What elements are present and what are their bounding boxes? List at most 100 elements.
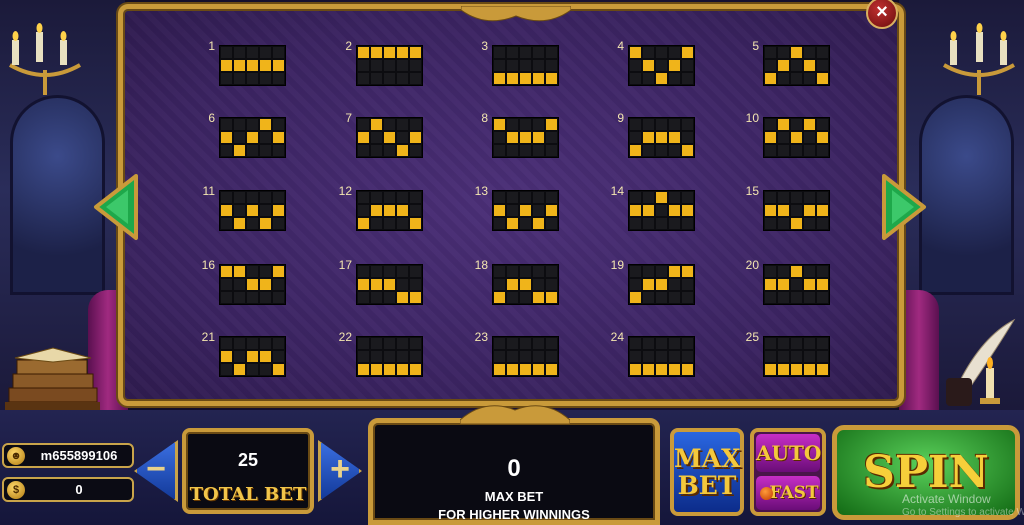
payline-cell xyxy=(791,145,802,156)
username-text: m655899106 xyxy=(40,448,118,463)
payline-cell-active xyxy=(778,279,789,290)
payline-cell-active xyxy=(817,279,828,290)
payline-cell-active xyxy=(260,119,271,130)
books-icon xyxy=(5,347,100,414)
payline-cell xyxy=(221,292,232,303)
payline-cell xyxy=(520,266,531,277)
payline-cell-active xyxy=(247,279,258,290)
payline-cell xyxy=(765,292,776,303)
payline-cell xyxy=(247,364,258,375)
payline-cell-active xyxy=(273,364,284,375)
payline-cell xyxy=(494,218,505,229)
payline-cell xyxy=(533,279,544,290)
payline-cell xyxy=(494,60,505,71)
payline-cell xyxy=(817,266,828,277)
payline-cell xyxy=(643,73,654,84)
payline-cell xyxy=(533,60,544,71)
payline-6: 6 xyxy=(193,111,313,171)
payline-cell xyxy=(804,145,815,156)
payline-cell xyxy=(410,205,421,216)
payline-cell xyxy=(630,351,641,362)
payline-cell-active xyxy=(791,132,802,143)
payline-cell xyxy=(234,205,245,216)
max-bet-button[interactable]: MAX BET xyxy=(670,428,744,516)
previous-page-arrow-icon[interactable] xyxy=(92,172,138,242)
payline-cell-active xyxy=(656,132,667,143)
payline-cell-active xyxy=(791,364,802,375)
payline-cell xyxy=(507,145,518,156)
payline-cell-active xyxy=(778,119,789,130)
payline-cell-active xyxy=(804,119,815,130)
payline-cell xyxy=(643,266,654,277)
payline-number: 19 xyxy=(610,258,624,272)
payline-cell-active xyxy=(520,364,531,375)
payline-number: 1 xyxy=(208,39,215,53)
payline-cell-active xyxy=(247,132,258,143)
payline-cell xyxy=(234,292,245,303)
payline-1: 1 xyxy=(193,39,313,99)
payline-cell xyxy=(247,47,258,58)
payline-cell xyxy=(507,266,518,277)
payline-cell xyxy=(791,292,802,303)
payline-3: 3 xyxy=(466,39,586,99)
payline-cell xyxy=(817,145,828,156)
payline-cell-active xyxy=(410,292,421,303)
payline-cell xyxy=(247,119,258,130)
payline-cell-active xyxy=(397,205,408,216)
payline-cell xyxy=(643,192,654,203)
payline-cell-active xyxy=(371,279,382,290)
payline-number: 7 xyxy=(345,111,352,125)
payline-cell xyxy=(778,266,789,277)
payline-cell-active xyxy=(520,279,531,290)
payline-cell-active xyxy=(791,47,802,58)
payline-cell-active xyxy=(804,205,815,216)
fast-spin-toggle[interactable]: FAST xyxy=(756,476,820,510)
payline-pattern xyxy=(219,264,286,305)
balance-display: $ 0 xyxy=(2,477,134,502)
payline-cell xyxy=(507,47,518,58)
payline-cell xyxy=(817,338,828,349)
payline-cell-active xyxy=(507,218,518,229)
payline-cell xyxy=(397,119,408,130)
payline-cell xyxy=(669,47,680,58)
payline-cell xyxy=(656,218,667,229)
payline-cell xyxy=(358,192,369,203)
payline-cell-active xyxy=(234,218,245,229)
win-message-line1: MAX BET xyxy=(484,489,544,504)
auto-spin-button[interactable]: AUTO xyxy=(756,434,821,472)
payline-21: 21 xyxy=(193,330,313,390)
payline-cell-active xyxy=(273,132,284,143)
payline-cell-active xyxy=(260,279,271,290)
payline-16: 16 xyxy=(193,258,313,318)
payline-cell xyxy=(533,192,544,203)
payline-cell-active xyxy=(656,192,667,203)
payline-cell xyxy=(765,218,776,229)
payline-cell xyxy=(546,279,557,290)
next-page-arrow-icon[interactable] xyxy=(882,172,928,242)
payline-cell xyxy=(397,192,408,203)
payline-number: 22 xyxy=(338,330,352,344)
payline-cell xyxy=(817,351,828,362)
payline-cell xyxy=(273,351,284,362)
payline-cell xyxy=(384,266,395,277)
payline-cell-active xyxy=(410,47,421,58)
payline-cell-active xyxy=(533,73,544,84)
payline-cell xyxy=(630,73,641,84)
payline-cell xyxy=(494,351,505,362)
payline-cell xyxy=(507,292,518,303)
payline-cell-active xyxy=(507,364,518,375)
payline-pattern xyxy=(628,264,695,305)
payline-cell xyxy=(804,47,815,58)
payline-cell xyxy=(221,279,232,290)
payline-cell xyxy=(656,266,667,277)
payline-cell xyxy=(384,119,395,130)
payline-cell xyxy=(643,292,654,303)
payline-cell xyxy=(397,73,408,84)
payline-cell xyxy=(817,192,828,203)
payline-cell-active xyxy=(520,132,531,143)
payline-cell xyxy=(260,73,271,84)
payline-cell xyxy=(494,47,505,58)
payline-cell-active xyxy=(507,279,518,290)
payline-cell-active xyxy=(234,60,245,71)
payline-cell xyxy=(221,364,232,375)
